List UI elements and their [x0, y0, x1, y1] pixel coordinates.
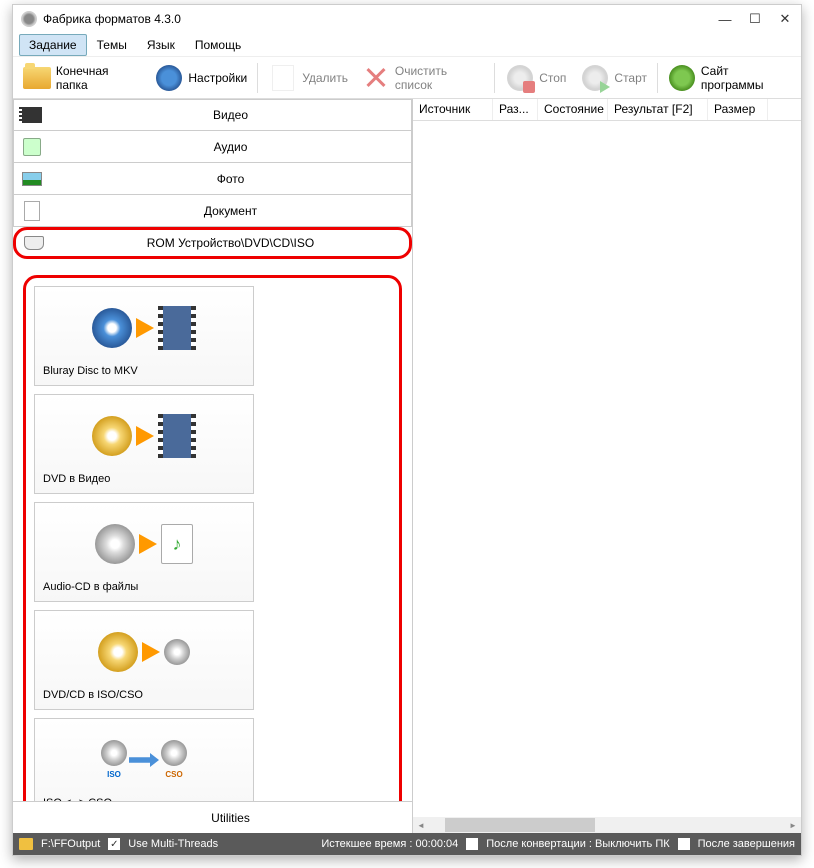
document-icon — [18, 197, 46, 225]
menu-themes[interactable]: Темы — [87, 34, 137, 56]
col-size[interactable]: Раз... — [493, 99, 538, 120]
separator — [494, 63, 495, 93]
category-rom[interactable]: ROM Устройство\DVD\CD\ISO — [13, 227, 412, 259]
rom-options-panel: Bluray Disc to MKV DVD в Видео ♪ Audio-C… — [13, 259, 412, 801]
category-utilities[interactable]: Utilities — [13, 801, 412, 833]
separator — [657, 63, 658, 93]
folder-icon — [23, 63, 52, 93]
statusbar: F:\FFOutput ✓ Use Multi-Threads Истекшее… — [13, 833, 801, 855]
category-audio[interactable]: Аудио — [13, 131, 412, 163]
option-dvdcd-iso[interactable]: DVD/CD в ISO/CSO — [34, 610, 254, 710]
site-button[interactable]: Сайт программы — [662, 59, 797, 97]
bluray-art — [43, 295, 245, 361]
menu-language[interactable]: Язык — [137, 34, 185, 56]
dvd-video-art — [43, 403, 245, 469]
option-dvd-video[interactable]: DVD в Видео — [34, 394, 254, 494]
stop-button[interactable]: Стоп — [499, 59, 572, 97]
audio-icon — [18, 133, 46, 161]
after-complete-label: После завершения — [698, 838, 795, 850]
category-photo[interactable]: Фото — [13, 163, 412, 195]
output-path[interactable]: F:\FFOutput — [41, 838, 100, 850]
col-filesize[interactable]: Размер — [708, 99, 768, 120]
menu-help[interactable]: Помощь — [185, 34, 251, 56]
minimize-button[interactable]: — — [717, 11, 733, 27]
col-state[interactable]: Состояние — [538, 99, 608, 120]
left-panel: Видео Аудио Фото Документ ROM Устройство… — [13, 99, 413, 833]
multithread-label: Use Multi-Threads — [128, 838, 218, 850]
output-folder-icon[interactable] — [19, 838, 33, 850]
table-body — [413, 121, 801, 833]
option-bluray-mkv[interactable]: Bluray Disc to MKV — [34, 286, 254, 386]
close-button[interactable]: ✕ — [777, 11, 793, 27]
category-video[interactable]: Видео — [13, 99, 412, 131]
dest-folder-button[interactable]: Конечная папка — [17, 59, 146, 97]
separator — [257, 63, 258, 93]
delete-icon — [268, 63, 298, 93]
gear-icon — [154, 63, 184, 93]
option-audiocd[interactable]: ♪ Audio-CD в файлы — [34, 502, 254, 602]
app-window: Фабрика форматов 4.3.0 — ☐ ✕ Задание Тем… — [12, 4, 802, 856]
clear-list-button[interactable]: Очистить список — [356, 59, 490, 97]
right-panel: Источник Раз... Состояние Результат [F2]… — [413, 99, 801, 833]
audiocd-art: ♪ — [43, 511, 245, 577]
utilities-icon — [17, 804, 45, 832]
globe-icon — [668, 63, 697, 93]
video-icon — [18, 101, 46, 129]
multithread-checkbox[interactable]: ✓ — [108, 838, 120, 850]
photo-icon — [18, 165, 46, 193]
clear-icon — [362, 63, 391, 93]
window-title: Фабрика форматов 4.3.0 — [43, 12, 717, 26]
play-icon — [580, 63, 610, 93]
maximize-button[interactable]: ☐ — [747, 11, 763, 27]
after-convert-checkbox[interactable] — [466, 838, 478, 850]
app-icon — [21, 11, 37, 27]
elapsed-time: Истекшее время : 00:00:04 — [321, 838, 458, 850]
table-header: Источник Раз... Состояние Результат [F2]… — [413, 99, 801, 121]
rom-icon — [20, 229, 48, 257]
delete-button[interactable]: Удалить — [262, 59, 354, 97]
stop-icon — [505, 63, 535, 93]
menubar: Задание Темы Язык Помощь — [13, 33, 801, 57]
titlebar: Фабрика форматов 4.3.0 — ☐ ✕ — [13, 5, 801, 33]
horizontal-scrollbar[interactable] — [413, 817, 801, 833]
start-button[interactable]: Старт — [574, 59, 653, 97]
after-convert-label: После конвертации : Выключить ПК — [486, 838, 669, 850]
option-iso-cso[interactable]: ISO CSO ISO <--> CSO — [34, 718, 254, 801]
main-area: Видео Аудио Фото Документ ROM Устройство… — [13, 99, 801, 833]
category-document[interactable]: Документ — [13, 195, 412, 227]
toolbar: Конечная папка Настройки Удалить Очистит… — [13, 57, 801, 99]
col-source[interactable]: Источник — [413, 99, 493, 120]
after-complete-checkbox[interactable] — [678, 838, 690, 850]
dvdcd-iso-art — [43, 619, 245, 685]
menu-task[interactable]: Задание — [19, 34, 87, 56]
settings-button[interactable]: Настройки — [148, 59, 253, 97]
col-result[interactable]: Результат [F2] — [608, 99, 708, 120]
iso-cso-art: ISO CSO — [43, 727, 245, 793]
